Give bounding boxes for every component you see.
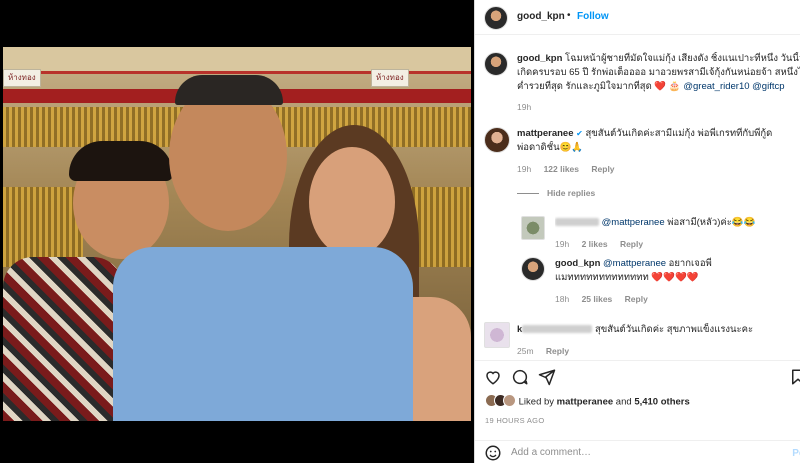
blurred-username — [555, 218, 599, 227]
mention-link[interactable]: @giftcp — [752, 81, 784, 92]
reply-line: good_kpn @mattperanee อยากเจอพี่ — [555, 257, 800, 271]
comments-panel: good_kpn • Follow good_kpn โฉมหน้าผู้ชาย… — [474, 0, 800, 463]
comment-input[interactable] — [509, 446, 773, 459]
avatar[interactable] — [521, 216, 545, 240]
reply-likes[interactable]: 2 likes — [582, 239, 608, 249]
shop-sign: ห้างทอง — [371, 69, 409, 87]
hide-replies-button[interactable]: Hide replies — [517, 188, 595, 198]
separator-dot: • — [567, 10, 571, 21]
avatar[interactable] — [521, 257, 545, 281]
share-icon[interactable] — [538, 368, 556, 386]
comment-meta: 25m Reply — [517, 346, 569, 356]
comment-meta: 19h 122 likes Reply — [517, 164, 615, 174]
heart-icon[interactable] — [484, 368, 502, 386]
photo-scene: ห้างทอง ห้างทอง — [3, 47, 471, 421]
comment-text: สุขสันต์วันเกิดค่ะสามีแม่กุ้ง พ่อพี่เกรท… — [585, 128, 773, 139]
avatar[interactable] — [484, 322, 510, 348]
caption-text: ค่ำรวยที่สุด รักและภูมิใจมากที่สุด ❤️ 🎂 — [517, 81, 681, 92]
reply-username[interactable]: good_kpn — [555, 258, 600, 269]
header-username[interactable]: good_kpn — [517, 11, 565, 22]
likes-prefix: Liked by — [518, 396, 557, 408]
follow-button[interactable]: Follow — [577, 11, 609, 22]
gold-display — [3, 187, 83, 267]
reply-text: อยากเจอพี่ — [666, 258, 712, 269]
reply-text: แมททททททททททททท ❤️❤️❤️❤️ — [555, 272, 699, 283]
liker-avatars — [485, 394, 516, 410]
bookmark-icon[interactable] — [789, 368, 800, 386]
comment-icon[interactable] — [511, 368, 529, 386]
reply-button[interactable]: Reply — [591, 164, 614, 174]
mention-link[interactable]: @mattperanee — [603, 258, 666, 269]
action-bar — [475, 360, 800, 362]
avatar[interactable] — [484, 52, 508, 76]
mention-link[interactable]: @mattperanee — [602, 217, 665, 228]
comment-text: พ่อดาดิชั้น😊🙏 — [517, 142, 584, 153]
reply-likes[interactable]: 25 likes — [582, 294, 613, 304]
blurred-username — [522, 325, 593, 334]
emoji-icon[interactable] — [484, 444, 502, 462]
post-photo[interactable]: ห้างทอง ห้างทอง — [0, 0, 474, 463]
comment-likes[interactable]: 122 likes — [544, 164, 579, 174]
comment-text: สุขสันต์วันเกิดค่ะ สุขภาพแข็งแรงนะคะ — [594, 324, 754, 335]
post-button[interactable]: Po — [792, 448, 800, 459]
caption-line: good_kpn โฉมหน้าผู้ชายที่มัดใจแม่กุ้ง เส… — [517, 52, 800, 66]
comment-time: 25m — [517, 346, 534, 356]
liker-username[interactable]: mattperanee — [557, 397, 614, 408]
reply-line: @mattperanee พ่อสามี(หลัว)ค่ะ😂😂 — [555, 216, 800, 230]
reply-time: 18h — [555, 294, 570, 304]
reply-meta: 19h 2 likes Reply — [555, 239, 643, 249]
caption-username[interactable]: good_kpn — [517, 53, 562, 64]
reply-time: 19h — [555, 239, 570, 249]
caption-text: โฉมหน้าผู้ชายที่มัดใจแม่กุ้ง เสียงดัง ชิ… — [565, 53, 800, 64]
comment-username[interactable]: mattperanee — [517, 128, 574, 139]
reply-button[interactable]: Reply — [546, 346, 569, 356]
caption-time: 19h — [517, 102, 532, 112]
likes-and: and — [613, 396, 635, 408]
comment-line: k สุขสันต์วันเกิดค่ะ สุขภาพแข็งแรงนะคะ — [517, 323, 800, 337]
comment-time: 19h — [517, 164, 532, 174]
shop-sign: ห้างทอง — [3, 69, 41, 87]
caption-line: ค่ำรวยที่สุด รักและภูมิใจมากที่สุด ❤️ 🎂 … — [517, 80, 800, 94]
mention-link[interactable]: @great_rider10 — [683, 81, 749, 92]
post-header: good_kpn • Follow — [475, 0, 800, 35]
reply-button[interactable]: Reply — [620, 239, 643, 249]
reply-text: พ่อสามี(หลัว)ค่ะ😂😂 — [664, 217, 756, 228]
post-timestamp: 19 HOURS AGO — [485, 416, 545, 425]
likes-count[interactable]: 5,410 others — [634, 397, 689, 408]
reply-button[interactable]: Reply — [625, 294, 648, 304]
caption-text: เกิดครบรอบ 65 ปี รักพ่อเต็ออออ มาอวยพรสา… — [517, 67, 800, 78]
comment-line: mattperanee ✔ สุขสันต์วันเกิดค่ะสามีแม่ก… — [517, 127, 800, 141]
add-comment-bar: Po — [475, 440, 800, 464]
verified-icon: ✔ — [576, 129, 583, 138]
likes-summary: Liked by mattperanee and 5,410 others — [485, 394, 690, 410]
reply-meta: 18h 25 likes Reply — [555, 294, 648, 304]
avatar[interactable] — [484, 127, 510, 153]
avatar[interactable] — [484, 6, 508, 30]
